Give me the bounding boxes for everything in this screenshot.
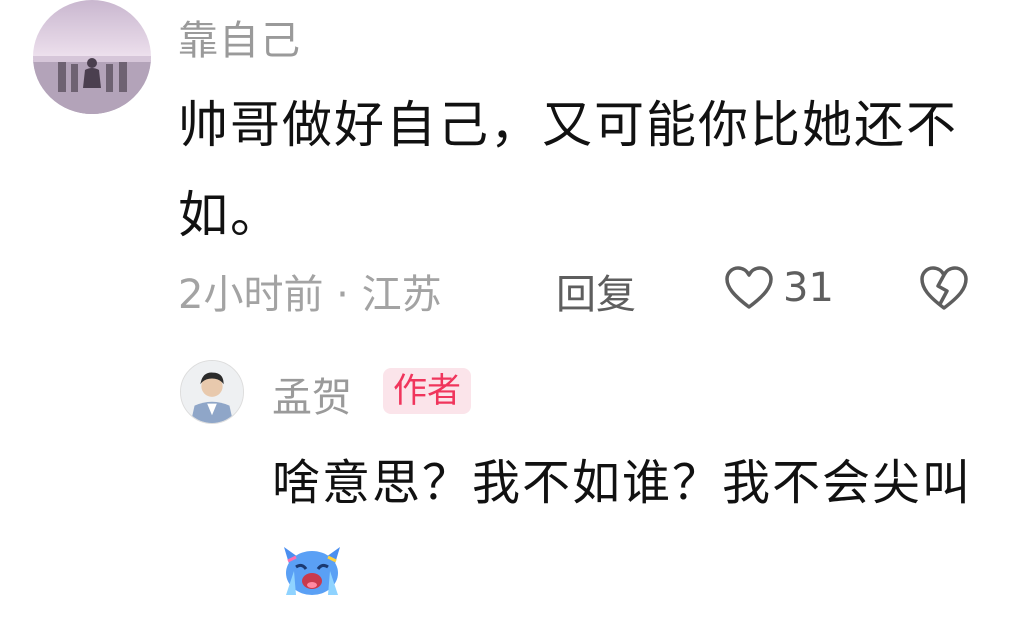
heart-outline-icon	[725, 266, 773, 309]
comment-text: 帅哥做好自己，又可能你比她还不如。	[178, 96, 958, 244]
author-avatar[interactable]	[180, 360, 244, 424]
reply-button[interactable]: 回复	[556, 262, 636, 320]
comment-time-location: 2小时前 · 江苏	[178, 272, 442, 318]
avatar-image	[181, 361, 243, 423]
broken-heart-icon[interactable]	[918, 264, 970, 312]
author-username[interactable]: 孟贺	[272, 365, 352, 423]
crying-cat-emoji	[284, 547, 340, 595]
like-button[interactable]: 31	[723, 262, 834, 314]
commenter-avatar[interactable]	[33, 0, 151, 114]
reply-text-block: 啥意思？我不如谁？我不会尖叫	[272, 438, 992, 618]
author-badge: 作者	[383, 368, 471, 414]
avatar-image	[33, 56, 151, 114]
reply-text: 啥意思？我不如谁？我不会尖叫	[272, 455, 973, 511]
commenter-username[interactable]: 靠自己	[178, 8, 301, 66]
like-count: 31	[783, 265, 834, 311]
